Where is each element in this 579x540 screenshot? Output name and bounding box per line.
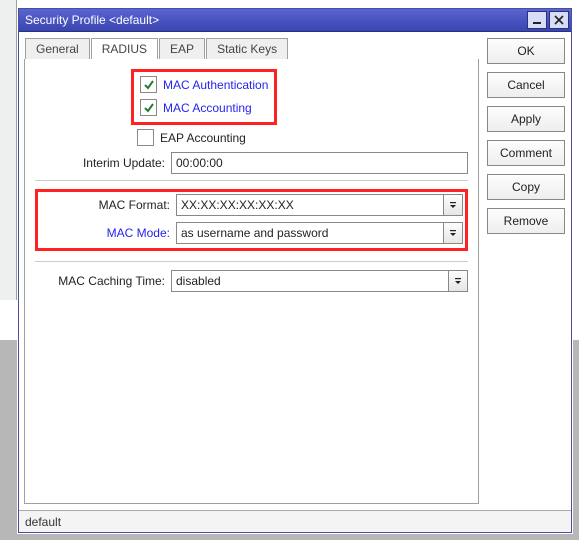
- mac-format-label: MAC Format:: [40, 198, 176, 212]
- mac-caching-time-select[interactable]: disabled: [171, 270, 449, 292]
- tab-eap[interactable]: EAP: [159, 38, 205, 61]
- eap-accounting-label: EAP Accounting: [160, 131, 246, 145]
- highlight-checks: MAC Authentication MAC Accounting: [131, 69, 277, 125]
- tab-static-keys[interactable]: Static Keys: [206, 38, 288, 61]
- window-client: General RADIUS EAP Static Keys MAC Authe…: [19, 32, 571, 510]
- mac-accounting-checkbox[interactable]: [140, 99, 157, 116]
- right-button-column: OK Cancel Apply Comment Copy Remove: [487, 38, 565, 234]
- remove-button[interactable]: Remove: [487, 208, 565, 234]
- titlebar-text: Security Profile <default>: [25, 13, 527, 27]
- security-profile-window: Security Profile <default> General RADIU…: [18, 8, 572, 533]
- comment-button[interactable]: Comment: [487, 140, 565, 166]
- tab-strip: General RADIUS EAP Static Keys: [25, 38, 479, 61]
- mac-authentication-label: MAC Authentication: [163, 78, 268, 92]
- mac-mode-select[interactable]: as username and password: [176, 222, 444, 244]
- mac-caching-time-label: MAC Caching Time:: [35, 274, 171, 288]
- separator: [35, 180, 468, 181]
- mac-authentication-checkbox[interactable]: [140, 76, 157, 93]
- interim-update-input[interactable]: 00:00:00: [171, 152, 468, 174]
- status-text: default: [25, 515, 61, 529]
- mac-format-dropdown-button[interactable]: [444, 194, 463, 216]
- titlebar[interactable]: Security Profile <default>: [19, 9, 571, 32]
- chevron-down-icon: [448, 200, 458, 210]
- window-minimize-button[interactable]: [527, 11, 547, 29]
- chevron-down-icon: [453, 276, 463, 286]
- mac-caching-time-dropdown-button[interactable]: [449, 270, 468, 292]
- highlight-mac-rows: MAC Format: XX:XX:XX:XX:XX:XX MAC Mode: …: [35, 189, 468, 251]
- interim-update-label: Interim Update:: [35, 156, 171, 170]
- copy-button[interactable]: Copy: [487, 174, 565, 200]
- chevron-down-icon: [448, 228, 458, 238]
- eap-accounting-checkbox[interactable]: [137, 129, 154, 146]
- ok-button[interactable]: OK: [487, 38, 565, 64]
- separator: [35, 261, 468, 262]
- window-close-button[interactable]: [549, 11, 569, 29]
- tab-body-radius: MAC Authentication MAC Accounting EAP Ac…: [24, 59, 479, 504]
- mac-mode-dropdown-button[interactable]: [444, 222, 463, 244]
- apply-button[interactable]: Apply: [487, 106, 565, 132]
- status-bar: default: [19, 510, 571, 532]
- mac-mode-label: MAC Mode:: [40, 226, 176, 240]
- cancel-button[interactable]: Cancel: [487, 72, 565, 98]
- mac-format-select[interactable]: XX:XX:XX:XX:XX:XX: [176, 194, 444, 216]
- tab-general[interactable]: General: [25, 38, 90, 61]
- mac-accounting-label: MAC Accounting: [163, 101, 252, 115]
